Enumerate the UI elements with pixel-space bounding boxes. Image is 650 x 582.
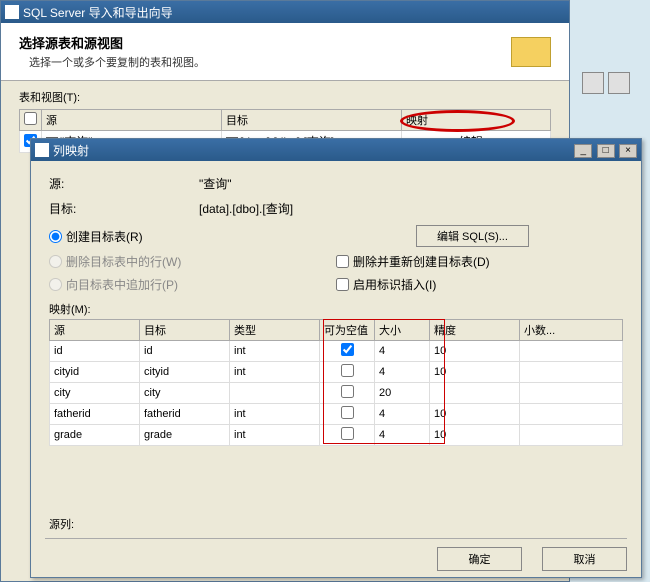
cell-type[interactable]	[230, 383, 320, 404]
cell-nullable[interactable]	[320, 341, 375, 362]
nullable-checkbox[interactable]	[341, 385, 354, 398]
wizard-header: 选择源表和源视图 选择一个或多个要复制的表和视图。	[1, 23, 569, 81]
cell-scale[interactable]	[520, 341, 623, 362]
cell-nullable[interactable]	[320, 404, 375, 425]
source-label: 源:	[49, 175, 199, 192]
mcol-source: 源	[50, 320, 140, 341]
source-column-label: 源列:	[49, 516, 623, 532]
cell-source: grade	[50, 425, 140, 446]
cell-source: cityid	[50, 362, 140, 383]
cell-precision[interactable]: 10	[430, 404, 520, 425]
cell-type[interactable]: int	[230, 425, 320, 446]
delete-rows-radio	[49, 255, 62, 268]
maximize-button[interactable]: □	[597, 144, 615, 158]
cell-scale[interactable]	[520, 383, 623, 404]
cell-nullable[interactable]	[320, 362, 375, 383]
cell-type[interactable]: int	[230, 362, 320, 383]
cell-precision[interactable]	[430, 383, 520, 404]
wizard-header-icon	[511, 37, 551, 67]
col-source: 源	[42, 110, 222, 131]
cancel-button[interactable]: 取消	[542, 547, 627, 571]
cell-target[interactable]: city	[140, 383, 230, 404]
cell-source: id	[50, 341, 140, 362]
cell-precision[interactable]: 10	[430, 362, 520, 383]
mapping-grid-label: 映射(M):	[49, 301, 623, 317]
mcol-size: 大小	[375, 320, 430, 341]
mcol-target: 目标	[140, 320, 230, 341]
mcol-precision: 精度	[430, 320, 520, 341]
cell-type[interactable]: int	[230, 404, 320, 425]
cell-source: city	[50, 383, 140, 404]
column-mapping-dialog: 列映射 _ □ × 源: "查询" 目标: [data].[dbo].[查询] …	[30, 138, 642, 578]
wizard-title: SQL Server 导入和导出向导	[23, 4, 173, 21]
wizard-header-title: 选择源表和源视图	[19, 33, 511, 52]
app-icon	[5, 5, 19, 19]
col-checkbox[interactable]	[20, 110, 42, 131]
cell-size[interactable]: 4	[375, 341, 430, 362]
ok-button[interactable]: 确定	[437, 547, 522, 571]
tables-views-label: 表和视图(T):	[19, 89, 551, 105]
create-table-label: 创建目标表(R)	[66, 228, 143, 245]
wizard-header-subtitle: 选择一个或多个要复制的表和视图。	[29, 54, 511, 70]
close-button[interactable]: ×	[619, 144, 637, 158]
cell-scale[interactable]	[520, 362, 623, 383]
identity-insert-checkbox[interactable]	[336, 278, 349, 291]
mapping-row[interactable]: citycity 20	[50, 383, 623, 404]
col-mapping: 映射	[402, 110, 551, 131]
select-all-checkbox[interactable]	[24, 112, 37, 125]
dialog-title: 列映射	[53, 142, 89, 159]
cell-target[interactable]: grade	[140, 425, 230, 446]
cell-precision[interactable]: 10	[430, 341, 520, 362]
dialog-icon	[35, 143, 49, 157]
mapping-row[interactable]: cityidcityidint410	[50, 362, 623, 383]
drop-recreate-checkbox[interactable]	[336, 255, 349, 268]
minimize-button[interactable]: _	[574, 144, 592, 158]
cell-nullable[interactable]	[320, 425, 375, 446]
nullable-checkbox[interactable]	[341, 343, 354, 356]
mapping-row[interactable]: gradegradeint410	[50, 425, 623, 446]
target-value: [data].[dbo].[查询]	[199, 200, 623, 217]
cell-source: fatherid	[50, 404, 140, 425]
mcol-scale: 小数...	[520, 320, 623, 341]
cell-scale[interactable]	[520, 404, 623, 425]
col-target: 目标	[222, 110, 402, 131]
source-value: "查询"	[199, 175, 623, 192]
nullable-checkbox[interactable]	[341, 364, 354, 377]
cell-precision[interactable]: 10	[430, 425, 520, 446]
cell-size[interactable]: 20	[375, 383, 430, 404]
cell-type[interactable]: int	[230, 341, 320, 362]
append-rows-radio	[49, 278, 62, 291]
drop-recreate-label: 删除并重新创建目标表(D)	[353, 253, 490, 270]
cell-scale[interactable]	[520, 425, 623, 446]
cell-target[interactable]: id	[140, 341, 230, 362]
mapping-row[interactable]: fatheridfatheridint410	[50, 404, 623, 425]
nullable-checkbox[interactable]	[341, 406, 354, 419]
create-table-radio[interactable]	[49, 230, 62, 243]
mcol-type: 类型	[230, 320, 320, 341]
cell-nullable[interactable]	[320, 383, 375, 404]
cell-target[interactable]: cityid	[140, 362, 230, 383]
dialog-titlebar[interactable]: 列映射 _ □ ×	[31, 139, 641, 161]
nullable-checkbox[interactable]	[341, 427, 354, 440]
cell-target[interactable]: fatherid	[140, 404, 230, 425]
delete-rows-label: 删除目标表中的行(W)	[66, 253, 181, 270]
cell-size[interactable]: 4	[375, 425, 430, 446]
mcol-nullable: 可为空值	[320, 320, 375, 341]
edit-sql-button[interactable]: 编辑 SQL(S)...	[416, 225, 529, 247]
mapping-grid[interactable]: 源 目标 类型 可为空值 大小 精度 小数... ididint410cityi…	[49, 319, 623, 446]
append-rows-label: 向目标表中追加行(P)	[66, 276, 178, 293]
cell-size[interactable]: 4	[375, 404, 430, 425]
wizard-titlebar[interactable]: SQL Server 导入和导出向导	[1, 1, 569, 23]
target-label: 目标:	[49, 200, 199, 217]
identity-insert-label: 启用标识插入(I)	[353, 276, 436, 293]
mapping-row[interactable]: ididint410	[50, 341, 623, 362]
cell-size[interactable]: 4	[375, 362, 430, 383]
